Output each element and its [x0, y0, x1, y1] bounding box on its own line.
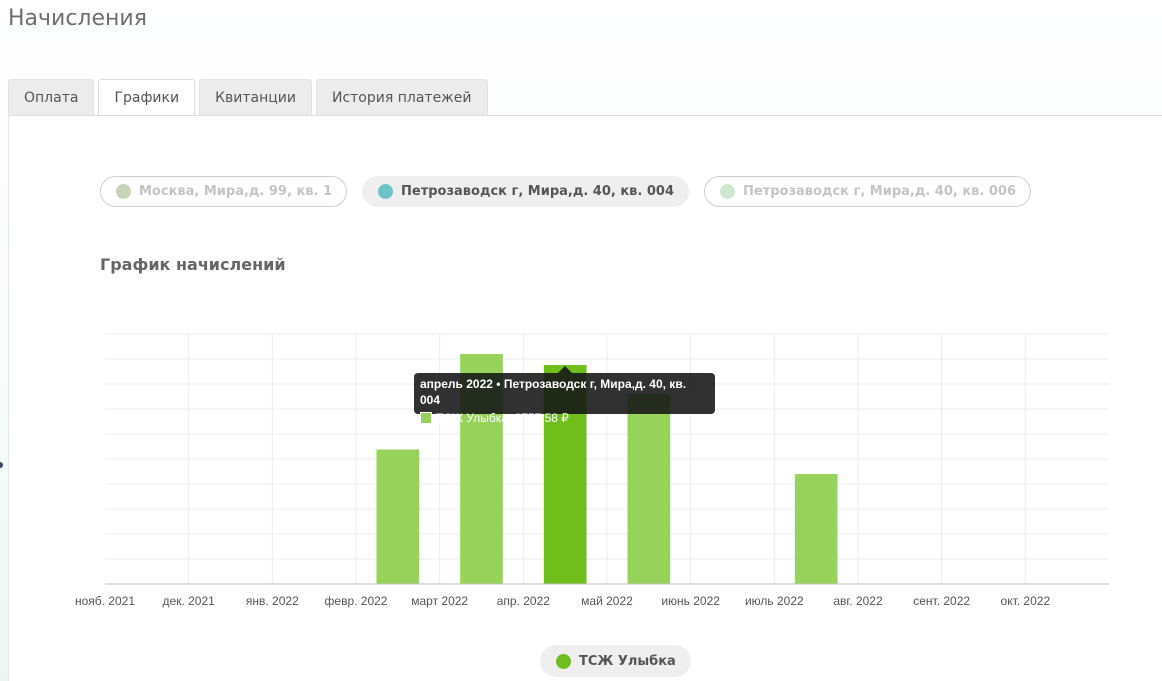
bar-3[interactable]	[376, 449, 420, 585]
x-tick-label: май 2022	[581, 594, 633, 608]
x-tick-label: окт. 2022	[1001, 594, 1051, 608]
tooltip-row: ТСЖ Улыбка: 8757.58 ₽	[420, 410, 709, 426]
tooltip-swatch	[420, 412, 432, 424]
x-tick-label: нояб. 2021	[75, 594, 135, 608]
x-tick-label: июль 2022	[745, 594, 804, 608]
x-tick-label: авг. 2022	[833, 594, 883, 608]
x-tick-label: апр. 2022	[497, 594, 551, 608]
x-tick-label: янв. 2022	[246, 594, 299, 608]
legend-color-dot	[556, 653, 571, 669]
bar-8[interactable]	[794, 474, 838, 584]
legend-label: ТСЖ Улыбка	[579, 653, 676, 669]
x-tick-label: март 2022	[411, 594, 468, 608]
x-tick-label: дек. 2021	[163, 594, 216, 608]
tooltip-value: ТСЖ Улыбка: 8757.58 ₽	[436, 411, 569, 425]
tooltip-arrow	[558, 366, 572, 373]
chart-tooltip: апрель 2022 • Петрозаводск г, Мира,д. 40…	[414, 373, 715, 425]
tooltip-header: апрель 2022 • Петрозаводск г, Мира,д. 40…	[420, 377, 687, 407]
x-tick-label: февр. 2022	[325, 594, 388, 608]
charges-bar-chart: нояб. 2021 дек. 2021 янв. 2022 февр. 2022 ма…	[75, 333, 1109, 608]
legend-item[interactable]: ТСЖ Улыбка	[540, 645, 691, 677]
x-tick-label: сент. 2022	[913, 594, 970, 608]
x-tick-label: июнь 2022	[661, 594, 720, 608]
